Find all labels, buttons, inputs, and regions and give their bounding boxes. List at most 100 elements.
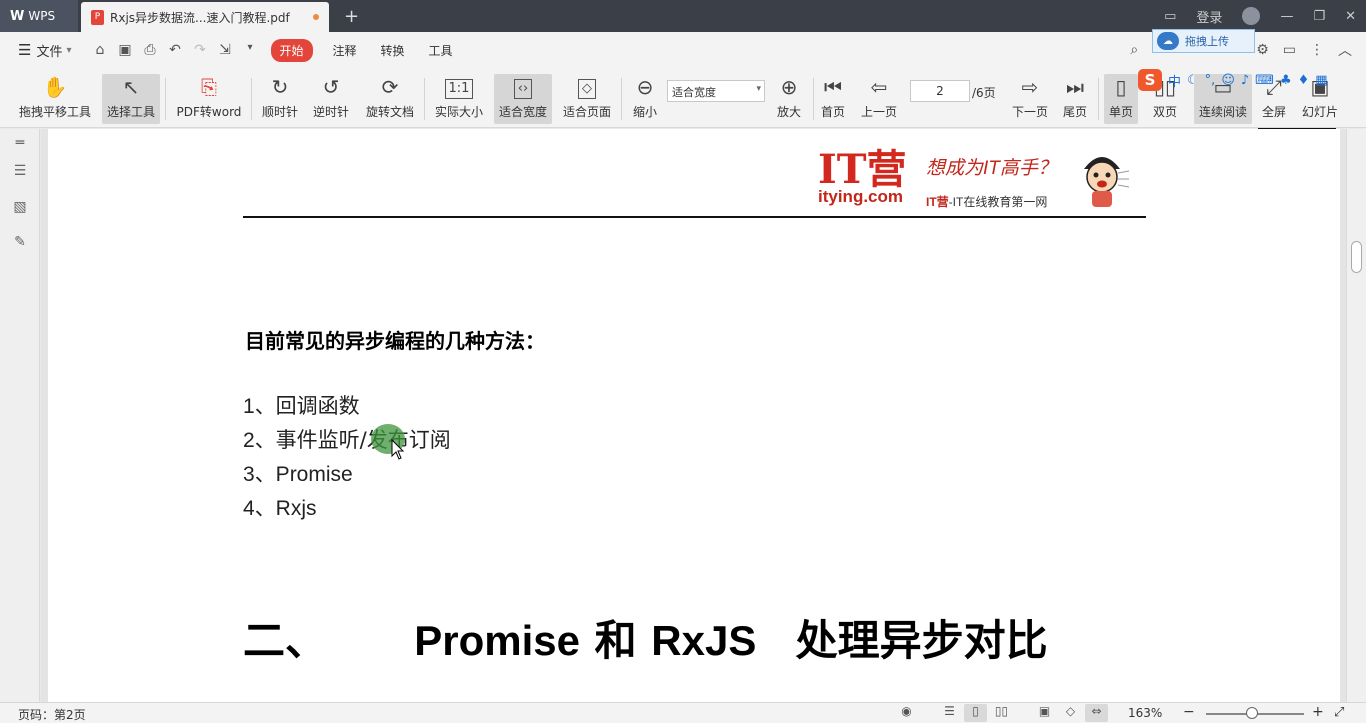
document-viewport[interactable]: IT营 itying.com 想成为IT高手？ IT营-IT在线教育第一网 目前…	[41, 129, 1346, 702]
moon-icon[interactable]: ☾	[1187, 73, 1199, 88]
zoom-plus-icon[interactable]: +	[1312, 704, 1324, 720]
fit-page-label: 适合页面	[562, 105, 611, 119]
skin-icon[interactable]: ♣	[1280, 73, 1292, 88]
punctuation-icon[interactable]: °,	[1205, 73, 1216, 88]
rotate-counterclockwise-button[interactable]: ↺ 逆时针	[309, 74, 353, 124]
file-menu[interactable]: ☰ 文件 ▾	[18, 41, 72, 60]
toolbar-separator	[621, 78, 622, 120]
actual-size-small-icon[interactable]: ▣	[1033, 704, 1056, 722]
outline-icon[interactable]: ☰	[11, 163, 29, 179]
single-view-icon[interactable]: ▯	[964, 704, 987, 722]
last-page-icon: ⏭	[1066, 75, 1084, 99]
avatar[interactable]	[1242, 7, 1261, 25]
section-title-number: 二、	[243, 616, 328, 665]
undo-icon[interactable]: ↶	[163, 42, 188, 58]
next-page-button[interactable]: ⇨ 下一页	[1008, 74, 1052, 124]
collapse-ribbon-icon[interactable]: ︿	[1338, 40, 1352, 60]
fit-page-small-icon[interactable]: ◇	[1059, 704, 1082, 722]
fullscreen-small-icon[interactable]: ⤢	[1334, 705, 1344, 720]
rotate-clockwise-button[interactable]: ↻ 顺时针	[258, 74, 302, 124]
arrow-left-icon: ⇦	[870, 75, 888, 99]
ime-toolbar[interactable]: S 中 ☾ °, ☺ ♪ ⌨ ♣ ♦ ▦	[1138, 69, 1364, 91]
toolbar-separator	[424, 78, 425, 120]
pan-tool-button[interactable]: ✋ 拖拽平移工具	[14, 74, 96, 124]
actual-size-icon: 1:1	[444, 79, 474, 99]
rotate-document-label: 旋转文档	[365, 105, 414, 119]
logo-subtitle: IT营-IT在线教育第一网	[926, 193, 1047, 210]
actual-size-button[interactable]: 1:1 实际大小	[430, 74, 488, 124]
drag-upload-popup[interactable]: ☁ 拖拽上传	[1152, 29, 1255, 53]
minimize-button[interactable]: —	[1280, 9, 1293, 24]
eye-protection-icon[interactable]: ◉	[895, 704, 918, 722]
logo-subtitle-text: -IT在线教育第一网	[948, 195, 1048, 209]
first-page-button[interactable]: ⏮ 首页	[817, 74, 849, 124]
close-button[interactable]: ✕	[1345, 9, 1356, 24]
zoom-level[interactable]: 163%	[1128, 706, 1162, 720]
sidebar-collapse-icon[interactable]: ═	[11, 135, 29, 151]
shirt-icon[interactable]: ♦	[1298, 73, 1310, 88]
list-item: 2、事件监听/发布订阅	[243, 425, 451, 459]
vertical-scrollbar[interactable]	[1346, 129, 1366, 702]
tab-start[interactable]: 开始	[270, 38, 313, 62]
sogou-ime-logo-icon[interactable]: S	[1138, 69, 1162, 91]
page-number-input[interactable]: 2	[910, 80, 970, 102]
grid-icon[interactable]: ▦	[1315, 73, 1327, 88]
select-tool-button[interactable]: ↖ 选择工具	[102, 74, 160, 124]
zoom-minus-icon[interactable]: −	[1183, 704, 1195, 720]
feedback-icon[interactable]: ▭	[1283, 42, 1296, 58]
restore-button[interactable]: ❐	[1313, 9, 1325, 24]
toolbar-separator	[251, 78, 252, 120]
open-folder-icon[interactable]: ⌂	[88, 42, 113, 58]
keyboard-icon[interactable]: ⌨	[1255, 73, 1274, 88]
save-icon[interactable]: ▣	[113, 42, 138, 58]
tab-annotate[interactable]: 注释	[321, 42, 369, 59]
pointer-icon: ↖	[122, 75, 140, 99]
gear-icon[interactable]: ⚙	[1256, 42, 1269, 58]
scrollbar-thumb[interactable]	[1351, 241, 1362, 273]
fit-width-small-icon[interactable]: ⇔	[1085, 704, 1108, 722]
zoom-in-button[interactable]: ⊕ 放大	[771, 74, 807, 124]
thumbnail-icon[interactable]: ▧	[11, 199, 29, 215]
single-page-button[interactable]: ▯ 单页	[1104, 74, 1138, 124]
chevron-down-icon: ▾	[66, 44, 72, 56]
document-tab[interactable]: P Rxjs异步数据流...速入门教程.pdf	[81, 2, 329, 32]
double-view-icon[interactable]: ▯▯	[990, 704, 1013, 722]
signature-icon[interactable]: ✎	[11, 234, 29, 250]
last-page-button[interactable]: ⏭ 尾页	[1059, 74, 1091, 124]
export-icon[interactable]: ⇲	[213, 42, 238, 58]
zoom-mode-select[interactable]: 适合宽度 ▾	[667, 80, 765, 102]
more-dropdown-icon[interactable]: ▾	[238, 42, 263, 58]
mouse-pointer-icon	[391, 439, 405, 460]
last-page-label: 尾页	[1062, 105, 1087, 119]
fit-page-button[interactable]: ◇ 适合页面	[558, 74, 616, 124]
device-icon[interactable]: ▭	[1164, 9, 1176, 24]
wps-home-tab[interactable]: W WPS	[0, 0, 78, 32]
continuous-view-icon[interactable]: ☰	[938, 704, 961, 722]
next-page-label: 下一页	[1011, 105, 1048, 119]
pan-tool-label: 拖拽平移工具	[18, 105, 91, 119]
section-title-suffix: 处理异步对比	[795, 616, 1048, 665]
more-options-icon[interactable]: ⋮	[1310, 42, 1324, 58]
microphone-icon[interactable]: ♪	[1241, 73, 1249, 88]
ime-mode-toggle[interactable]: 中	[1168, 71, 1181, 90]
list-item-number: 3	[243, 463, 255, 486]
prev-page-button[interactable]: ⇦ 上一页	[857, 74, 901, 124]
print-icon[interactable]: ⎙	[138, 42, 163, 58]
pdf-to-word-button[interactable]: ⎘ PDF转word	[173, 74, 245, 124]
fit-width-button[interactable]: ‹› 适合宽度	[494, 74, 552, 124]
login-link[interactable]: 登录	[1196, 7, 1222, 26]
search-icon[interactable]: ⌕	[1130, 42, 1138, 58]
list-item-text: 、回调函数	[254, 394, 360, 418]
header-rule	[243, 216, 1146, 218]
tab-convert[interactable]: 转换	[369, 42, 417, 59]
section-title-and: 和	[594, 616, 637, 665]
redo-icon[interactable]: ↷	[188, 42, 213, 58]
zoom-mode-value: 适合宽度	[672, 86, 716, 99]
zoom-in-label: 放大	[776, 105, 801, 119]
tab-tools[interactable]: 工具	[417, 42, 465, 59]
new-tab-button[interactable]: +	[344, 6, 359, 27]
rotate-document-button[interactable]: ⟳ 旋转文档	[362, 74, 418, 124]
zoom-out-button[interactable]: ⊖ 缩小	[627, 74, 663, 124]
emoji-icon[interactable]: ☺	[1221, 73, 1235, 88]
zoom-slider-handle[interactable]	[1246, 707, 1258, 719]
